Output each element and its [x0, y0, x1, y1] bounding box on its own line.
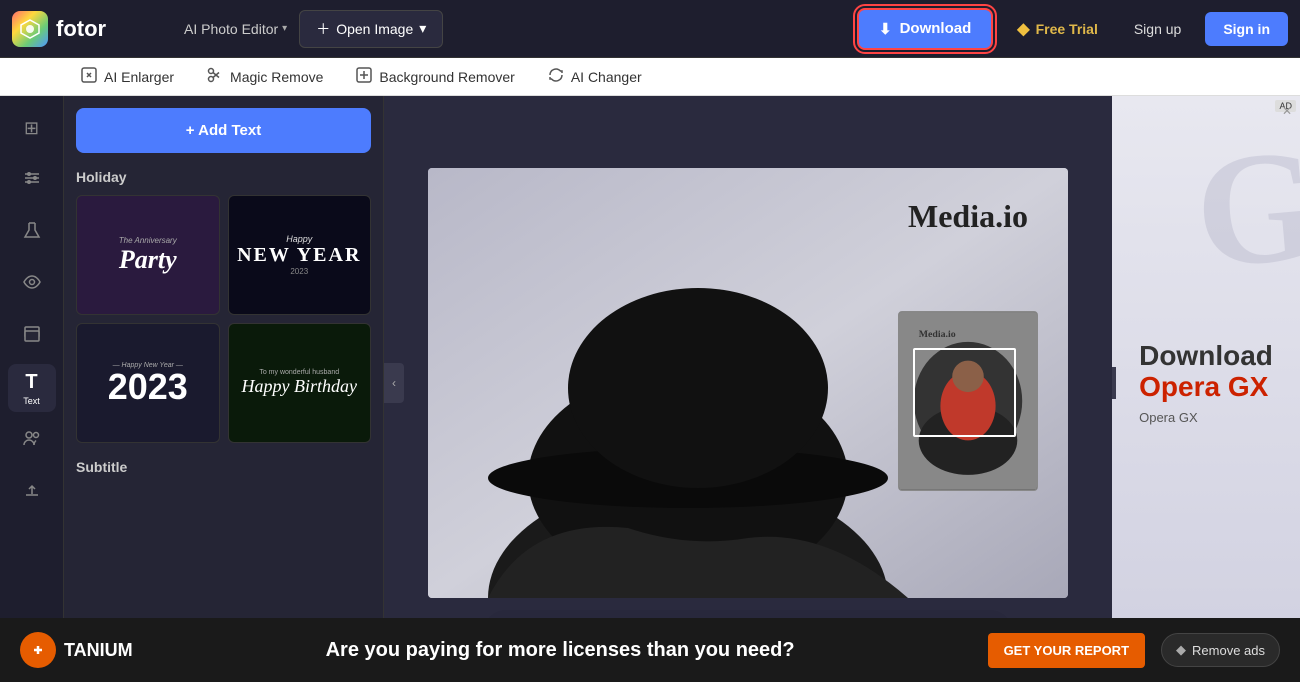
- layers-icon: [22, 324, 42, 349]
- ad-collapse-button[interactable]: ‹: [1112, 367, 1116, 399]
- bg-remove-icon: [355, 66, 373, 87]
- ad-opera-gx-text: Opera GX: [1139, 371, 1268, 402]
- left-panel: + Add Text Holiday The Anniversary Party…: [64, 96, 384, 670]
- fotor-logo-icon[interactable]: [12, 11, 48, 47]
- sidebar-item-upload[interactable]: [8, 468, 56, 516]
- get-report-button[interactable]: GET YOUR REPORT: [988, 633, 1145, 668]
- logo-area: fotor: [12, 11, 172, 47]
- bottom-ad-banner: TANIUM Are you paying for more licenses …: [0, 618, 1300, 682]
- sidebar-item-effects[interactable]: [8, 208, 56, 256]
- tanium-icon: [20, 632, 56, 668]
- chevron-down-icon: ▾: [282, 23, 287, 34]
- sidebar-item-text[interactable]: T Text: [8, 364, 56, 412]
- ad-download-text: Download: [1139, 341, 1273, 372]
- tab-background-remover[interactable]: Background Remover: [339, 58, 530, 95]
- dropdown-icon: ▾: [419, 20, 426, 37]
- download-label: Download: [900, 20, 972, 37]
- signin-button[interactable]: Sign in: [1205, 12, 1288, 46]
- canvas-wrapper[interactable]: Media.io Media.io: [428, 168, 1068, 598]
- fotor-logo-text: fotor: [56, 16, 106, 42]
- party-card-content: The Anniversary Party: [119, 236, 177, 275]
- sidebar-item-adjustments[interactable]: [8, 156, 56, 204]
- tanium-name: TANIUM: [64, 640, 133, 661]
- sidebar-item-layers[interactable]: [8, 312, 56, 360]
- template-card-2023[interactable]: — Happy New Year — 2023: [76, 323, 220, 443]
- subtitle-section-title: Subtitle: [76, 459, 371, 475]
- open-image-label: Open Image: [336, 21, 413, 37]
- plus-icon: ＋: [316, 19, 330, 39]
- add-text-label: + Add Text: [186, 122, 261, 139]
- get-report-label: GET YOUR REPORT: [1004, 643, 1129, 658]
- sidebar-icons: ⊞ T Text: [0, 96, 64, 670]
- download-icon: ⬇: [879, 20, 892, 38]
- ad-panel: AD ✕ G Download Opera GX Opera GX ‹: [1112, 96, 1300, 670]
- sliders-icon: [22, 168, 42, 193]
- main-layout: ⊞ T Text: [0, 96, 1300, 670]
- diamond-remove-icon: ◆: [1176, 642, 1186, 658]
- template-card-party[interactable]: The Anniversary Party: [76, 195, 220, 315]
- remove-ads-button[interactable]: ◆ Remove ads: [1161, 633, 1280, 667]
- ad-message-text: Are you paying for more licenses than yo…: [149, 639, 972, 662]
- signup-label: Sign up: [1134, 21, 1181, 37]
- people-icon: [22, 428, 42, 453]
- free-trial-label: Free Trial: [1036, 21, 1098, 37]
- thumbnail-overlay: Media.io: [898, 311, 1038, 491]
- header: fotor AI Photo Editor ▾ ＋ Open Image ▾ ⬇…: [0, 0, 1300, 58]
- sidebar-item-grid[interactable]: ⊞: [8, 104, 56, 152]
- open-image-button[interactable]: ＋ Open Image ▾: [299, 10, 443, 48]
- tab-ai-enlarger[interactable]: AI Enlarger: [64, 58, 190, 95]
- ad-brand-text: Opera GX: [1139, 410, 1273, 425]
- signup-button[interactable]: Sign up: [1122, 13, 1193, 45]
- template-card-birthday[interactable]: To my wonderful husband Happy Birthday: [228, 323, 372, 443]
- app-name-selector[interactable]: AI Photo Editor ▾: [184, 21, 287, 37]
- canvas-watermark: Media.io: [908, 198, 1028, 235]
- ad-background-letter: G: [1188, 111, 1300, 306]
- tab-magic-remove[interactable]: Magic Remove: [190, 58, 339, 95]
- upload-icon: [22, 480, 42, 505]
- enlarger-icon: [80, 66, 98, 87]
- flask-icon: [22, 220, 42, 245]
- grid-icon: ⊞: [24, 118, 39, 139]
- diamond-icon: ◆: [1017, 19, 1029, 39]
- app-name-label: AI Photo Editor: [184, 21, 278, 37]
- template-card-newyear[interactable]: Happy NEW YEAR 2023: [228, 195, 372, 315]
- ad-close-button[interactable]: ✕: [1282, 104, 1292, 118]
- signin-label: Sign in: [1223, 21, 1270, 37]
- canvas-area: ‹: [384, 96, 1112, 670]
- ad-text-block: Download Opera GX Opera GX: [1119, 321, 1293, 446]
- tab-magic-remove-label: Magic Remove: [230, 69, 323, 85]
- ad-content: G Download Opera GX Opera GX: [1112, 96, 1300, 670]
- scissors-icon: [206, 66, 224, 87]
- text-icon: T: [25, 371, 37, 394]
- sidebar-item-beauty[interactable]: [8, 260, 56, 308]
- ad-opera-text: Opera GX: [1139, 372, 1273, 403]
- ai-changer-icon: [547, 66, 565, 87]
- tab-ai-changer-label: AI Changer: [571, 69, 642, 85]
- tab-ai-enlarger-label: AI Enlarger: [104, 69, 174, 85]
- toolbar-tabs: AI Enlarger Magic Remove Background Remo…: [0, 58, 1300, 96]
- selection-box: [913, 348, 1017, 437]
- download-button[interactable]: ⬇ Download: [857, 8, 993, 50]
- add-text-button[interactable]: + Add Text: [76, 108, 371, 153]
- collapse-panel-button[interactable]: ‹: [384, 363, 404, 403]
- sidebar-item-people[interactable]: [8, 416, 56, 464]
- newyear-card-content: Happy NEW YEAR 2023: [237, 234, 361, 276]
- template-grid-holiday: The Anniversary Party Happy NEW YEAR 202…: [76, 195, 371, 443]
- free-trial-button[interactable]: ◆ Free Trial: [1005, 11, 1110, 47]
- remove-ads-label: Remove ads: [1192, 643, 1265, 658]
- tanium-logo: TANIUM: [20, 632, 133, 668]
- thumbnail-content: Media.io: [899, 312, 1037, 490]
- tab-ai-changer[interactable]: AI Changer: [531, 58, 658, 95]
- tab-background-remover-label: Background Remover: [379, 69, 514, 85]
- sidebar-text-label: Text: [23, 396, 40, 406]
- svg-text:Media.io: Media.io: [919, 329, 956, 340]
- eye-icon: [22, 272, 42, 297]
- holiday-section-title: Holiday: [76, 169, 371, 185]
